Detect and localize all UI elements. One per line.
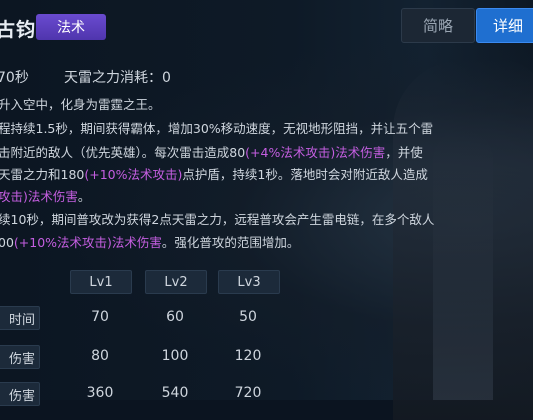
description-line: 击附近的敌人（优先英雄）。每次雷击造成80(+4%法术攻击)法术伤害，并使: [0, 145, 423, 160]
level-header-2: Lv2: [145, 270, 207, 294]
description-line: 攻击)法术伤害。: [0, 189, 91, 204]
table-cell: 80: [91, 348, 109, 364]
description-line: 00(+10%法术攻击)法术伤害。强化普攻的范围增加。: [0, 235, 300, 250]
description-line: 续10秒，期间普攻改为获得2点天雷之力，远程普攻会产生雷电链，在多个敌人: [0, 212, 435, 227]
skill-type-tag: 法术: [36, 14, 106, 40]
description-line: 升入空中，化身为雷霆之王。: [0, 97, 161, 112]
description-line: 天雷之力和180(+10%法术攻击)点护盾，持续1秒。落地时会对附近敌人造成: [0, 167, 428, 182]
tab-brief[interactable]: 简略: [401, 8, 475, 43]
level-header-3: Lv3: [218, 270, 280, 294]
table-cell: 720: [234, 385, 262, 401]
table-cell: 100: [161, 348, 189, 364]
row-label-damage-2: 伤害: [0, 382, 40, 406]
energy-cost-text: 天雷之力消耗：0: [64, 70, 171, 86]
table-cell: 70: [91, 309, 109, 325]
cooldown-text: 70秒: [0, 70, 29, 86]
tab-detail[interactable]: 详细: [476, 8, 533, 43]
skill-name: 古钧: [0, 19, 37, 41]
table-cell: 120: [234, 348, 262, 364]
table-cell: 540: [161, 385, 189, 401]
row-label-damage: 伤害: [0, 345, 40, 369]
description-line: 程持续1.5秒，期间获得霸体，增加30%移动速度，无视地形阻挡，并让五个雷: [0, 121, 434, 136]
table-cell: 360: [86, 385, 114, 401]
table-cell: 50: [239, 309, 257, 325]
table-cell: 60: [166, 309, 184, 325]
level-header-1: Lv1: [70, 270, 132, 294]
row-label-time: 时间: [0, 306, 40, 330]
